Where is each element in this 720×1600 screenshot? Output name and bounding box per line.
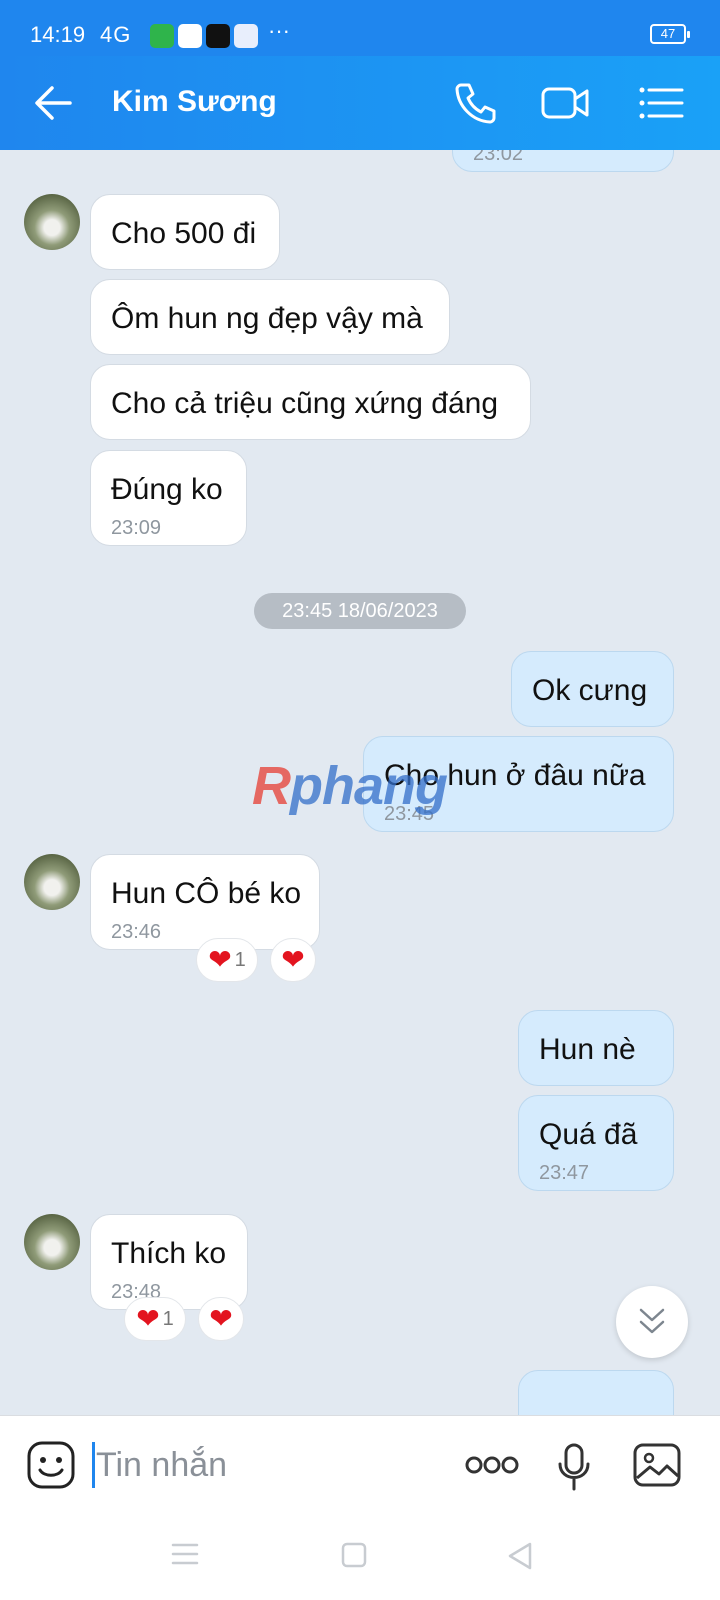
phone-icon[interactable] [450, 78, 500, 128]
message-bubble-incoming[interactable]: Cho 500 đi [90, 194, 280, 270]
message-bubble-outgoing[interactable] [518, 1370, 674, 1415]
message-bubble-incoming[interactable]: Cho cả triệu cũng xứng đáng [90, 364, 531, 440]
home-icon[interactable] [340, 1541, 368, 1569]
message-bubble-incoming[interactable]: Thích ko 23:48 [90, 1214, 248, 1310]
message-text: Thích ko [111, 1237, 227, 1270]
list-menu-icon[interactable] [636, 78, 686, 128]
network-indicator: 4G [100, 22, 132, 47]
chat-header: Kim Sương [0, 56, 720, 150]
status-bar: 14:19 4G ··· 47 [0, 0, 720, 56]
watermark-logo: Rphang [252, 756, 448, 816]
message-composer [0, 1415, 720, 1515]
react-button[interactable]: ❤ [270, 938, 316, 982]
message-text: Cho 500 đi [111, 217, 257, 250]
message-list[interactable]: 23:02 Cho 500 đi Ôm hun ng đẹp vậy mà Ch… [0, 150, 720, 1415]
message-time: 23:09 [111, 517, 162, 539]
heart-icon: ❤ [208, 944, 232, 975]
microphone-icon[interactable] [556, 1442, 592, 1492]
message-bubble-outgoing[interactable]: 23:02 [452, 150, 674, 172]
back-nav-icon[interactable] [506, 1541, 534, 1571]
message-time: 23:02 [473, 150, 524, 165]
image-icon[interactable] [632, 1442, 682, 1488]
message-bubble-outgoing[interactable]: Ok cưng [511, 651, 674, 727]
avatar[interactable] [24, 854, 80, 910]
system-nav-bar [0, 1515, 720, 1600]
reaction-count: 1 [162, 1307, 174, 1330]
message-bubble-outgoing[interactable]: Hun nè [518, 1010, 674, 1086]
avatar[interactable] [24, 1214, 80, 1270]
battery-icon: 47 [650, 24, 690, 44]
reaction-summary[interactable]: ❤ 1 [196, 938, 258, 982]
video-camera-icon[interactable] [540, 78, 590, 128]
message-text: Ôm hun ng đẹp vậy mà [111, 302, 423, 335]
app-notification-icon [150, 24, 174, 48]
message-text: Quá đã [539, 1118, 638, 1151]
message-text: Hun CÔ bé ko [111, 877, 302, 910]
message-text: Đúng ko [111, 473, 223, 506]
app-notification-icon [178, 24, 202, 48]
message-bubble-incoming[interactable]: Đúng ko 23:09 [90, 450, 247, 546]
recent-apps-icon[interactable] [170, 1541, 200, 1567]
chevrons-down-icon [639, 1308, 665, 1334]
more-notifications-icon: ··· [268, 18, 290, 43]
message-text: Hun nè [539, 1033, 636, 1066]
text-cursor [92, 1442, 95, 1488]
reaction-summary[interactable]: ❤ 1 [124, 1297, 186, 1341]
message-bubble-outgoing[interactable]: Quá đã 23:47 [518, 1095, 674, 1191]
message-text: Ok cưng [532, 674, 648, 707]
heart-icon: ❤ [136, 1303, 160, 1334]
emoji-icon[interactable] [26, 1440, 76, 1490]
status-time: 14:19 [30, 22, 86, 47]
message-time: 23:46 [111, 921, 162, 943]
scroll-to-bottom-button[interactable] [616, 1286, 688, 1358]
heart-icon: ❤ [209, 1303, 233, 1334]
avatar[interactable] [24, 194, 80, 250]
message-bubble-incoming[interactable]: Ôm hun ng đẹp vậy mà [90, 279, 450, 355]
arrow-left-icon[interactable] [30, 80, 76, 126]
message-text: Cho cả triệu cũng xứng đáng [111, 387, 498, 420]
reaction-count: 1 [234, 948, 246, 971]
more-dots-icon[interactable] [464, 1442, 520, 1488]
date-separator: 23:45 18/06/2023 [254, 593, 466, 629]
contact-name[interactable]: Kim Sương [112, 85, 277, 119]
heart-icon: ❤ [281, 944, 305, 975]
react-button[interactable]: ❤ [198, 1297, 244, 1341]
message-bubble-incoming[interactable]: Hun CÔ bé ko 23:46 [90, 854, 320, 950]
message-input[interactable] [96, 1438, 456, 1492]
app-notification-icon [234, 24, 258, 48]
tiktok-icon [206, 24, 230, 48]
message-time: 23:47 [539, 1162, 590, 1184]
